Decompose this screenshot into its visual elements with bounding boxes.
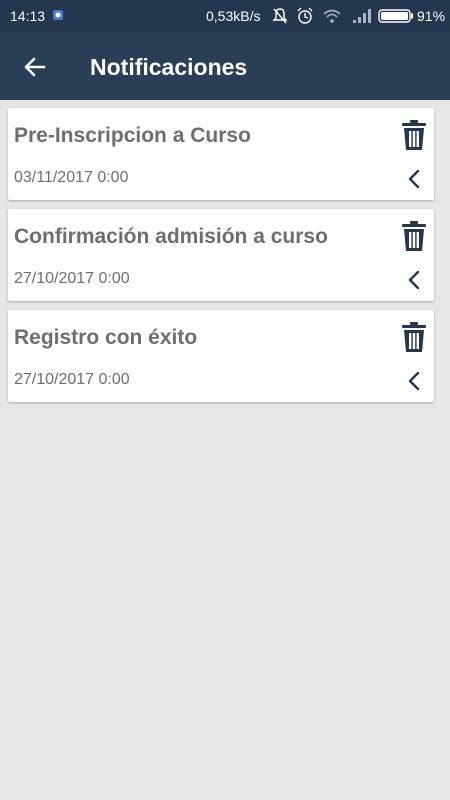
notification-list: Pre-Inscripcion a Curso 03/11/2017 0:00 … xyxy=(8,108,442,411)
battery-percent: 91% xyxy=(417,8,446,24)
chevron-left-icon[interactable] xyxy=(406,168,422,190)
page-title: Notificaciones xyxy=(90,54,248,80)
trash-icon[interactable] xyxy=(400,321,428,353)
trash-icon[interactable] xyxy=(400,220,428,252)
app-notification-icon xyxy=(53,10,63,20)
notification-title: Pre-Inscripcion a Curso xyxy=(14,124,251,147)
notification-title: Confirmación admisión a curso xyxy=(14,225,328,248)
app-bar: Notificaciones xyxy=(0,32,450,100)
network-speed: 0,53kB/s xyxy=(206,8,261,24)
status-time: 14:13 xyxy=(10,8,46,24)
notification-title: Registro con éxito xyxy=(14,326,198,349)
notification-card[interactable]: Registro con éxito 27/10/2017 0:00 xyxy=(8,310,434,402)
signal-icon xyxy=(353,9,371,23)
notification-card[interactable]: Confirmación admisión a curso 27/10/2017… xyxy=(8,209,434,301)
notification-date: 03/11/2017 0:00 xyxy=(14,169,129,186)
arrow-left-icon[interactable] xyxy=(22,54,48,80)
status-bar: 14:13 0,53kB/s 91% xyxy=(0,0,450,32)
chevron-left-icon[interactable] xyxy=(406,370,422,392)
notification-date: 27/10/2017 0:00 xyxy=(14,270,130,287)
mute-bell-icon xyxy=(272,8,288,24)
alarm-icon xyxy=(297,7,313,24)
battery-icon xyxy=(378,9,413,23)
notification-date: 27/10/2017 0:00 xyxy=(14,371,130,388)
trash-icon[interactable] xyxy=(400,119,428,151)
chevron-left-icon[interactable] xyxy=(406,269,422,291)
notification-card[interactable]: Pre-Inscripcion a Curso 03/11/2017 0:00 xyxy=(8,108,434,200)
wifi-icon xyxy=(323,9,341,23)
